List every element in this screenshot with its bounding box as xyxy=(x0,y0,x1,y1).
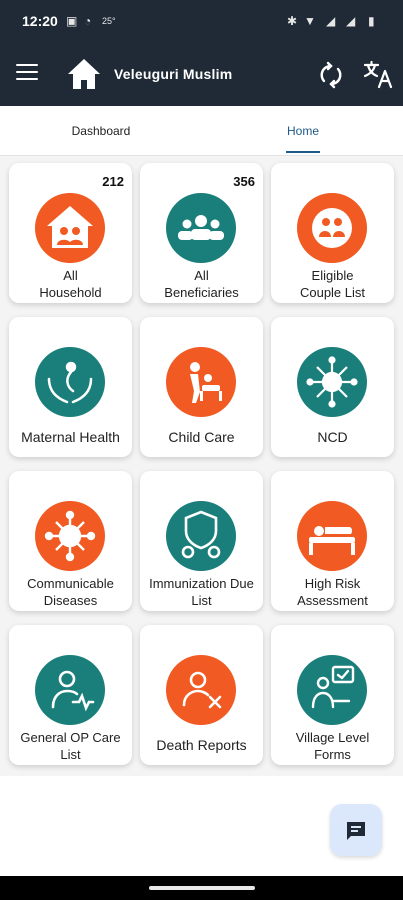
tab-dashboard[interactable]: Dashboard xyxy=(40,106,162,156)
card-label: Village Level Forms xyxy=(295,730,370,762)
card-label: General OP Care List xyxy=(20,730,121,762)
card-village-level-forms[interactable]: Village Level Forms xyxy=(271,625,394,765)
op-care-icon xyxy=(35,655,105,725)
village-forms-icon xyxy=(297,655,367,725)
card-label: Eligible Couple List xyxy=(299,268,366,300)
menu-grid: 212 All Household 356 All Beneficiaries … xyxy=(0,156,403,776)
child-care-icon xyxy=(166,347,236,417)
card-high-risk-assessment[interactable]: High Risk Assessment xyxy=(271,471,394,611)
card-communicable-diseases[interactable]: Communicable Diseases xyxy=(9,471,132,611)
chat-icon xyxy=(347,822,365,840)
card-eligible-couple-list[interactable]: Eligible Couple List xyxy=(271,163,394,303)
temperature-label: 25° xyxy=(102,16,116,26)
wifi-icon: ▼ xyxy=(304,14,316,28)
home-icon[interactable] xyxy=(66,56,102,92)
card-label: Child Care xyxy=(168,429,235,445)
card-label: Immunization Due List xyxy=(149,576,254,608)
tab-home-label: Home xyxy=(286,124,319,138)
death-report-icon xyxy=(166,655,236,725)
system-nav-bar xyxy=(0,876,403,900)
status-time: 12:20 xyxy=(22,13,58,29)
card-maternal-health[interactable]: Maternal Health xyxy=(9,317,132,457)
couple-icon xyxy=(297,193,367,263)
card-label: Communicable Diseases xyxy=(27,576,114,608)
card-label: Death Reports xyxy=(156,737,247,753)
tab-home[interactable]: Home xyxy=(242,106,364,156)
card-child-care[interactable]: Child Care xyxy=(140,317,263,457)
immunization-icon xyxy=(166,501,236,571)
menu-icon[interactable] xyxy=(16,64,38,82)
card-death-reports[interactable]: Death Reports xyxy=(140,625,263,765)
card-label: All Household xyxy=(39,268,102,300)
tab-dashboard-label: Dashboard xyxy=(71,124,131,138)
bluetooth-icon: ✱ xyxy=(287,14,298,28)
card-ncd[interactable]: NCD xyxy=(271,317,394,457)
signal-icon: ◢ xyxy=(346,14,356,28)
active-tab-indicator xyxy=(286,151,320,153)
messenger-icon: ◔ xyxy=(84,14,92,28)
maternal-icon xyxy=(35,347,105,417)
card-label: High Risk Assessment xyxy=(297,576,368,608)
tab-bar: Dashboard Home xyxy=(0,106,403,156)
ncd-icon xyxy=(297,347,367,417)
status-bar: 12:20 ▣ ◔ 25° ✱ ▼ ◢ ◢ ▮ xyxy=(0,0,403,44)
card-label: Maternal Health xyxy=(21,429,120,445)
translate-icon[interactable] xyxy=(362,58,394,90)
card-all-household[interactable]: 212 All Household xyxy=(9,163,132,303)
chat-button[interactable] xyxy=(330,804,382,856)
app-title: Veleuguri Muslim xyxy=(114,66,233,82)
teams-icon: ▣ xyxy=(66,14,78,28)
household-icon xyxy=(35,193,105,263)
card-label: All Beneficiaries xyxy=(164,268,239,300)
household-count: 212 xyxy=(102,174,124,189)
virus-icon xyxy=(35,501,105,571)
battery-icon: ▮ xyxy=(368,14,375,28)
beneficiaries-icon xyxy=(166,193,236,263)
card-label: NCD xyxy=(317,429,348,445)
mute-icon: ◢ xyxy=(326,14,336,28)
card-all-beneficiaries[interactable]: 356 All Beneficiaries xyxy=(140,163,263,303)
card-immunization-due-list[interactable]: Immunization Due List xyxy=(140,471,263,611)
card-general-op-care-list[interactable]: General OP Care List xyxy=(9,625,132,765)
home-gesture-handle[interactable] xyxy=(149,886,255,890)
high-risk-icon xyxy=(297,501,367,571)
app-bar: Veleuguri Muslim xyxy=(0,44,403,106)
sync-icon[interactable] xyxy=(316,60,346,90)
beneficiaries-count: 356 xyxy=(233,174,255,189)
